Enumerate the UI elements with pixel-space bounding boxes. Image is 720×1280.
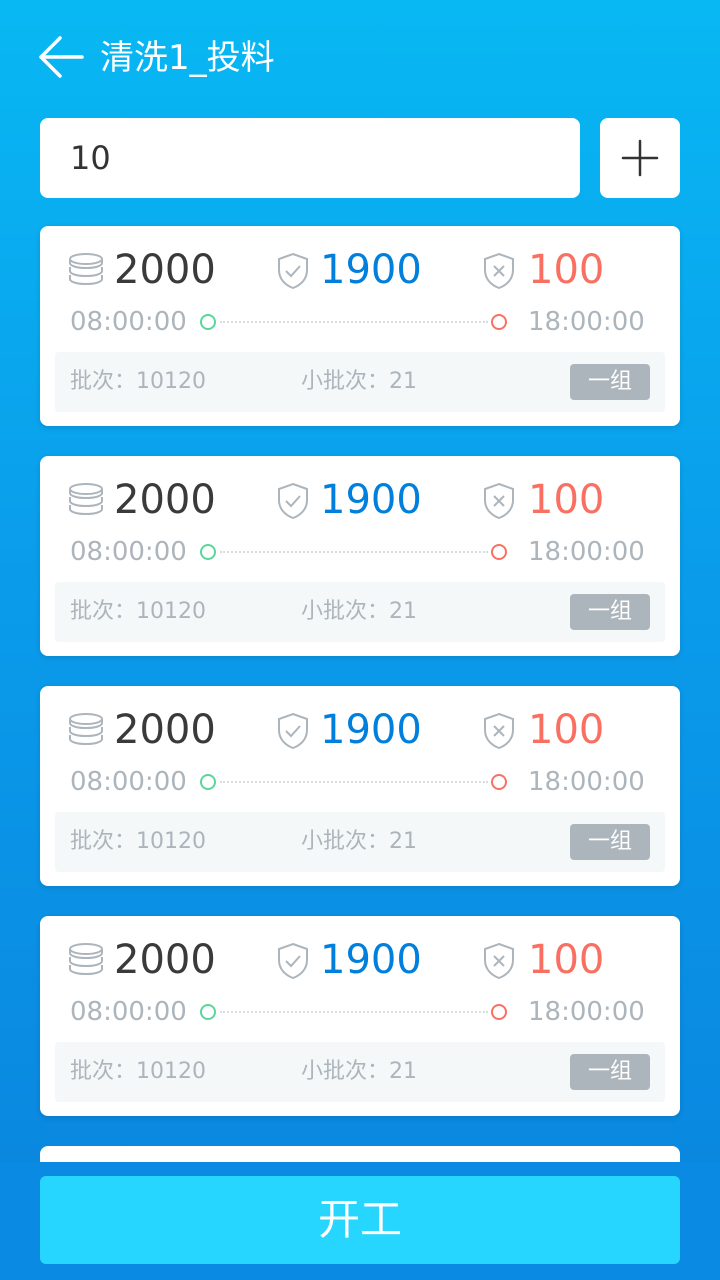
group-button[interactable]: 一组: [570, 824, 650, 860]
start-dot: [200, 314, 216, 330]
shield-check-icon: [276, 252, 310, 294]
group-button[interactable]: 一组: [570, 594, 650, 630]
end-dot: [491, 774, 507, 790]
ng-value: 100: [528, 707, 605, 753]
add-button[interactable]: [600, 118, 680, 198]
batch-card[interactable]: 2000 1900 100 08:00:00 18:00:00 批次：10120…: [40, 686, 680, 886]
batch-card[interactable]: 2000 1900 100 08:00:00 18:00:00 批次：10120…: [40, 916, 680, 1116]
stack-icon: [68, 712, 104, 752]
start-time: 08:00:00: [70, 767, 187, 797]
timeline-line: [220, 781, 488, 783]
batch-info: 批次：10120 小批次：21 一组: [55, 582, 665, 642]
shield-check-icon: [276, 712, 310, 754]
page-title: 清洗1_投料: [100, 38, 275, 78]
total-value: 2000: [114, 247, 216, 293]
start-dot: [200, 544, 216, 560]
end-time: 18:00:00: [528, 767, 645, 797]
end-time: 18:00:00: [528, 307, 645, 337]
ok-value: 1900: [320, 937, 422, 983]
total-value: 2000: [114, 707, 216, 753]
sub-batch-number: 小批次：21: [301, 369, 417, 394]
quantity-input-container: [40, 118, 580, 198]
shield-check-icon: [276, 942, 310, 984]
sub-batch-number: 小批次：21: [301, 599, 417, 624]
ok-value: 1900: [320, 477, 422, 523]
stack-icon: [68, 482, 104, 522]
stack-icon: [68, 942, 104, 982]
start-time: 08:00:00: [70, 307, 187, 337]
ng-value: 100: [528, 247, 605, 293]
total-value: 2000: [114, 477, 216, 523]
batch-number: 批次：10120: [70, 1059, 206, 1084]
total-value: 2000: [114, 937, 216, 983]
ok-value: 1900: [320, 707, 422, 753]
batch-card[interactable]: 2000 1900 100 08:00:00 18:00:00 批次：10120…: [40, 456, 680, 656]
end-dot: [491, 314, 507, 330]
back-arrow-icon[interactable]: [36, 34, 86, 80]
sub-batch-number: 小批次：21: [301, 1059, 417, 1084]
start-time: 08:00:00: [70, 997, 187, 1027]
start-dot: [200, 774, 216, 790]
end-dot: [491, 1004, 507, 1020]
sub-batch-number: 小批次：21: [301, 829, 417, 854]
shield-check-icon: [276, 482, 310, 524]
start-dot: [200, 1004, 216, 1020]
shield-x-icon: [482, 712, 516, 754]
group-button[interactable]: 一组: [570, 364, 650, 400]
stack-icon: [68, 252, 104, 292]
ng-value: 100: [528, 477, 605, 523]
timeline-line: [220, 1011, 488, 1013]
end-time: 18:00:00: [528, 537, 645, 567]
batch-number: 批次：10120: [70, 599, 206, 624]
shield-x-icon: [482, 252, 516, 294]
shield-x-icon: [482, 942, 516, 984]
batch-info: 批次：10120 小批次：21 一组: [55, 1042, 665, 1102]
app-header: 清洗1_投料: [0, 0, 720, 118]
batch-card[interactable]: 2000 1900 100 08:00:00 18:00:00 批次：10120…: [40, 226, 680, 426]
batch-info: 批次：10120 小批次：21 一组: [55, 352, 665, 412]
batch-info: 批次：10120 小批次：21 一组: [55, 812, 665, 872]
group-button[interactable]: 一组: [570, 1054, 650, 1090]
start-work-button[interactable]: 开工: [40, 1176, 680, 1264]
quantity-input[interactable]: [40, 118, 580, 198]
ok-value: 1900: [320, 247, 422, 293]
end-time: 18:00:00: [528, 997, 645, 1027]
timeline-line: [220, 321, 488, 323]
plus-icon: [621, 139, 659, 177]
batch-number: 批次：10120: [70, 829, 206, 854]
ng-value: 100: [528, 937, 605, 983]
batch-number: 批次：10120: [70, 369, 206, 394]
start-time: 08:00:00: [70, 537, 187, 567]
end-dot: [491, 544, 507, 560]
timeline-line: [220, 551, 488, 553]
shield-x-icon: [482, 482, 516, 524]
